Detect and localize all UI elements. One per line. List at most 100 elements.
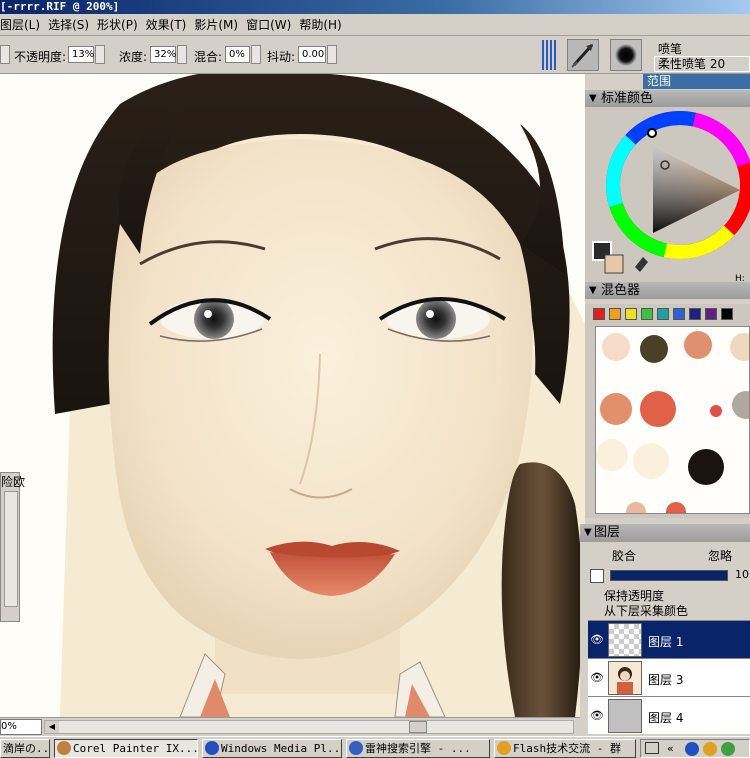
menu-help[interactable]: 帮助(H) [299,14,349,36]
brush-category[interactable]: 喷笔 [658,40,682,57]
color-swatch[interactable] [721,308,733,320]
layer-row[interactable]: 👁 图层 1 [588,620,750,658]
taskbar-item-painter[interactable]: Corel Painter IX... [54,739,198,758]
taskbar: 滴岸の... Corel Painter IX... Windows Media… [0,736,750,758]
document-canvas[interactable] [0,74,585,717]
chat-icon [497,741,511,755]
navigator-title: 险欧 [1,475,26,489]
portrait-painting [0,74,585,717]
layer-name: 图层 3 [648,673,684,687]
task-label: 雷神搜索引擎 - ... [365,742,471,755]
color-swatch[interactable] [609,308,621,320]
task-label: Corel Painter IX... [73,742,198,755]
taskbar-item-search[interactable]: 雷神搜索引擎 - ... [346,739,490,758]
opacity-slider[interactable] [95,45,105,64]
collapse-icon[interactable]: ▼ [584,524,592,542]
jitter-slider[interactable] [327,45,337,64]
navigator-panel: 险欧 [0,472,25,622]
mixer-pad[interactable] [595,326,750,514]
keyboard-icon[interactable] [645,742,659,754]
mixer-blobs [596,331,749,513]
media-player-icon [205,741,219,755]
layer-name: 图层 1 [648,635,684,649]
task-label: Flash技术交流 - 群 [513,742,621,755]
visibility-eye-icon[interactable]: 👁 [590,671,604,684]
prev-spinner[interactable] [0,45,10,64]
color-swatch[interactable] [657,308,669,320]
taskbar-item[interactable]: 滴岸の... [0,739,50,758]
layers-panel: 胶合 忽略 10 保持透明度 从下层采集颜色 👁 图层 1 👁 图层 3 👁 图… [580,542,750,736]
window-title: [-rrrr.RIF @ 200%] [0,0,120,13]
search-engine-icon [349,741,363,755]
taskbar-item-media-player[interactable]: Windows Media Pl... [202,739,342,758]
jitter-label: 抖动: [267,50,296,64]
system-tray: « [640,739,750,758]
pick-up-underlying-color[interactable]: 从下层采集颜色 [604,602,688,619]
layer-row[interactable]: 👁 图层 3 [588,658,750,696]
task-label: Windows Media Pl... [221,742,342,755]
composite-method[interactable]: 忽略 [708,547,732,564]
color-swatch[interactable] [641,308,653,320]
tray-chat-icon[interactable] [703,742,717,756]
color-wheel[interactable] [585,107,750,287]
tray-app-icon[interactable] [685,742,699,756]
menu-effects[interactable]: 效果(T) [146,14,195,36]
title-bar: [-rrrr.RIF @ 200%] [0,0,750,14]
right-panels: 范围 ▼ 标准颜色 H: ▼ 混色器 ▼ 图层 胶合 忽略 10 保持透明度 从… [580,74,750,736]
mixer-panel-header[interactable]: ▼ 混色器 [585,282,750,299]
colors-panel-title: 标准颜色 [601,91,654,106]
soft-dab-icon [611,40,641,70]
opacity-field[interactable]: 13% [68,46,94,63]
menu-movie[interactable]: 影片(M) [194,14,246,36]
color-swatch[interactable] [593,308,605,320]
layers-panel-header[interactable]: ▼ 图层 [580,524,750,542]
visibility-eye-icon[interactable]: 👁 [590,633,604,646]
layer-thumbnail [608,623,642,657]
grain-slider[interactable] [177,45,187,64]
color-swatch[interactable] [673,308,685,320]
color-swatch[interactable] [689,308,701,320]
expand-tray-icon[interactable]: « [667,742,674,755]
property-bar: 不透明度: 13% 浓度: 32% 混合: 0% 抖动: 0.00 喷笔 柔性喷… [0,36,750,74]
resat-slider[interactable] [251,45,261,64]
navigator-scrollbar[interactable] [4,491,18,607]
layer-thumbnail [608,661,642,695]
visibility-eye-icon[interactable]: 👁 [590,709,604,722]
horizontal-scrollbar[interactable]: ◀ [44,720,574,734]
brush-selector[interactable] [567,39,599,71]
tray-network-icon[interactable] [721,742,735,756]
colors-panel-header[interactable]: ▼ 标准颜色 [585,90,750,107]
portrait-thumb [617,667,633,694]
layer-name: 图层 4 [648,711,684,725]
collapse-icon[interactable]: ▼ [589,90,597,107]
menu-select[interactable]: 选择(S) [48,14,97,36]
menu-shapes[interactable]: 形状(P) [97,14,146,36]
scroll-thumb[interactable] [409,721,427,733]
brush-variant[interactable]: 柔性喷笔 20 [654,56,750,72]
taskbar-item-qq[interactable]: Flash技术交流 - 群 [494,739,636,758]
grain-field[interactable]: 32% [150,46,176,63]
opacity-label: 不透明度: [14,50,67,64]
scroll-left-icon[interactable]: ◀ [45,721,59,733]
menu-layers[interactable]: 图层(L) [0,14,48,36]
layer-thumbnail [608,699,642,733]
dab-preview[interactable] [610,39,642,71]
jitter-field[interactable]: 0.00 [298,46,326,63]
mixer-panel-title: 混色器 [601,283,641,298]
layer-options-icon[interactable] [590,569,604,583]
zoom-field[interactable]: 0% [0,719,42,735]
resat-field[interactable]: 0% [225,46,250,63]
resat-label: 混合: [194,50,223,64]
layer-opacity-value[interactable]: 10 [735,568,749,581]
layer-opacity-slider[interactable] [610,570,728,581]
range-tab[interactable]: 范围 [643,74,750,89]
menu-window[interactable]: 窗口(W) [246,14,299,36]
color-swatch[interactable] [625,308,637,320]
menu-bar: 图层(L) 选择(S) 形状(P) 效果(T) 影片(M) 窗口(W) 帮助(H… [0,14,750,36]
toolbar-grip[interactable] [542,40,556,70]
collapse-icon[interactable]: ▼ [589,282,597,299]
composite-label: 胶合 [612,549,637,563]
colors-panel: H: S: V: [585,107,750,302]
layer-row[interactable]: 👁 图层 4 [588,696,750,734]
color-swatch[interactable] [705,308,717,320]
